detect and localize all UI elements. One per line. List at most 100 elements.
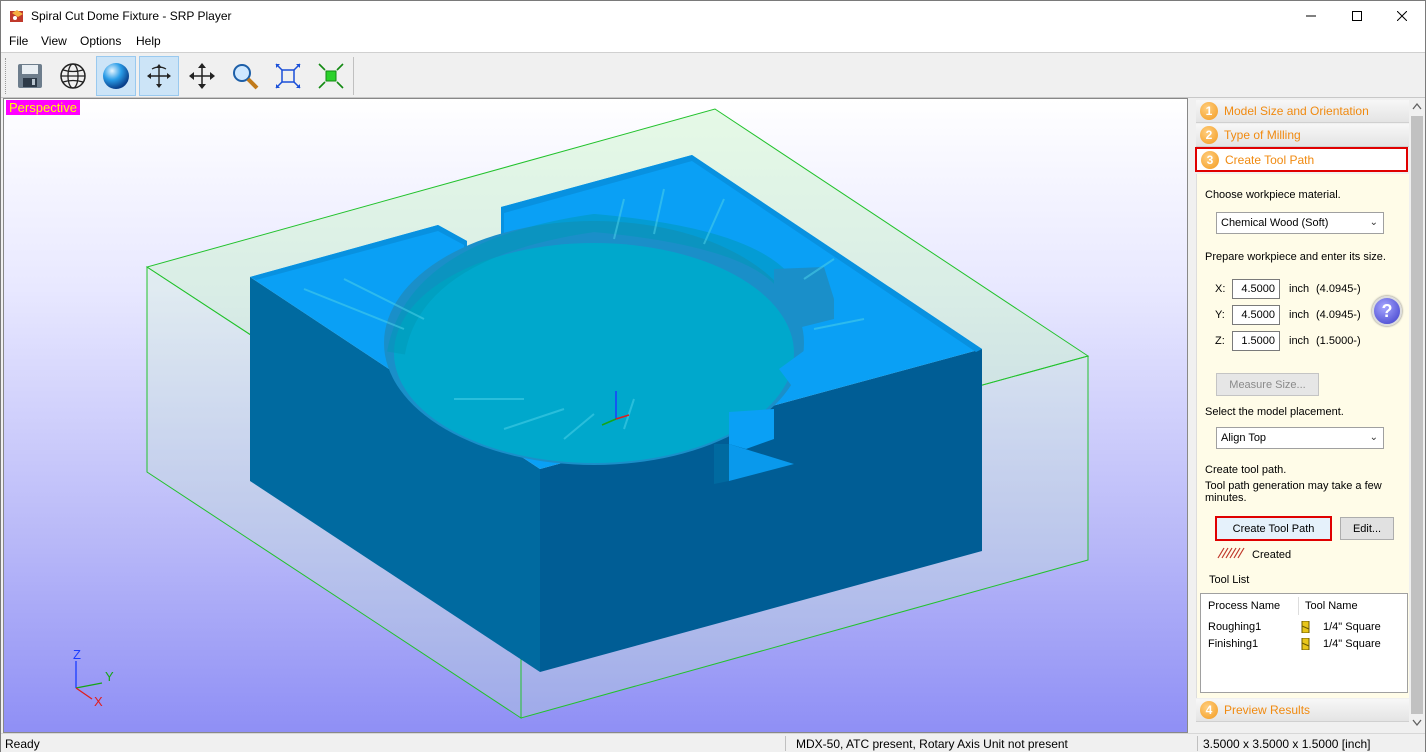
column-tool-name[interactable]: Tool Name — [1305, 600, 1358, 612]
window-title: Spiral Cut Dome Fixture - SRP Player — [31, 9, 232, 23]
process-name-cell: Finishing1 — [1208, 638, 1259, 650]
scroll-down-icon[interactable] — [1412, 719, 1422, 727]
placement-select[interactable]: Align Top ⌄ — [1216, 427, 1384, 449]
status-divider — [785, 736, 786, 751]
endmill-icon — [1301, 638, 1310, 650]
shrink-button[interactable] — [311, 56, 351, 96]
dim-x-label: X: — [1215, 283, 1226, 295]
fit-icon — [275, 63, 301, 89]
step-label: Preview Results — [1224, 703, 1311, 717]
minimize-button[interactable] — [1288, 1, 1334, 31]
minimize-icon — [1306, 15, 1316, 17]
step-label: Create Tool Path — [1225, 152, 1315, 167]
axis-x-label: X — [94, 694, 103, 709]
3d-viewport[interactable]: Perspective Z Y X — [3, 98, 1188, 733]
step-content: Choose workpiece material. Chemical Wood… — [1196, 174, 1409, 698]
menu-view[interactable]: View — [41, 34, 67, 48]
dim-z-hint: (1.5000-) — [1316, 335, 1361, 347]
app-icon — [10, 10, 23, 22]
step-type-of-milling[interactable]: 2 Type of Milling — [1196, 124, 1409, 147]
toolbar-grip[interactable] — [5, 58, 8, 94]
dim-x-unit: inch — [1289, 283, 1310, 295]
size-prompt: Prepare workpiece and enter its size. — [1205, 251, 1386, 263]
save-icon — [18, 64, 42, 88]
pan-button[interactable] — [182, 56, 222, 96]
app-window: Spiral Cut Dome Fixture - SRP Player Fil… — [0, 0, 1426, 752]
dim-z-label: Z: — [1215, 335, 1225, 347]
rotate-button[interactable] — [139, 56, 179, 96]
process-name-cell: Roughing1 — [1208, 621, 1262, 633]
maximize-button[interactable] — [1334, 1, 1380, 31]
measure-size-button[interactable]: Measure Size... — [1216, 373, 1319, 396]
save-button[interactable] — [10, 56, 50, 96]
chevron-down-icon: ⌄ — [1369, 217, 1378, 228]
tool-list[interactable]: Process Name Tool Name Roughing1 1/4" Sq… — [1200, 593, 1408, 693]
menu-file[interactable]: File — [9, 34, 28, 48]
globe-icon — [60, 63, 86, 89]
created-status: Created — [1252, 549, 1292, 561]
panel-scrollbar[interactable] — [1409, 98, 1425, 733]
model-render: Z Y X — [73, 108, 1090, 719]
dim-z-unit: inch — [1289, 335, 1310, 347]
scroll-thumb[interactable] — [1411, 116, 1423, 714]
status-machine: MDX-50, ATC present, Rotary Axis Unit no… — [796, 737, 1068, 751]
endmill-icon — [1301, 621, 1310, 633]
step-label: Model Size and Orientation — [1224, 104, 1369, 118]
sphere-icon — [103, 63, 129, 89]
close-button[interactable] — [1379, 1, 1425, 31]
rotate-icon — [147, 64, 171, 88]
menu-options[interactable]: Options — [80, 34, 121, 48]
fit-button[interactable] — [268, 56, 308, 96]
toolpath-prompt: Create tool path. — [1205, 464, 1287, 476]
pan-icon — [189, 63, 215, 89]
dim-y-unit: inch — [1289, 309, 1310, 321]
chevron-down-icon: ⌄ — [1369, 432, 1378, 443]
toolbar — [1, 52, 1425, 98]
step-number: 2 — [1200, 126, 1218, 144]
material-select[interactable]: Chemical Wood (Soft) ⌄ — [1216, 212, 1384, 234]
tool-name-cell: 1/4" Square — [1323, 621, 1381, 633]
shaded-button[interactable] — [96, 56, 136, 96]
edit-button[interactable]: Edit... — [1340, 517, 1394, 540]
step-preview-results[interactable]: 4 Preview Results — [1196, 699, 1409, 722]
step-model-size[interactable]: 1 Model Size and Orientation — [1196, 100, 1409, 123]
step-number: 1 — [1200, 102, 1218, 120]
status-ready: Ready — [5, 737, 40, 751]
material-prompt: Choose workpiece material. — [1205, 189, 1341, 201]
create-tool-path-button[interactable]: Create Tool Path — [1215, 516, 1332, 541]
table-row[interactable]: Roughing1 1/4" Square — [1208, 621, 1404, 637]
dim-y-hint: (4.0945-) — [1316, 309, 1361, 321]
placement-prompt: Select the model placement. — [1205, 406, 1344, 418]
step-label: Type of Milling — [1224, 128, 1301, 142]
close-icon — [1397, 11, 1407, 21]
dim-x-field[interactable]: 4.5000 — [1232, 279, 1280, 299]
wizard-panel: 1 Model Size and Orientation 2 Type of M… — [1194, 98, 1409, 723]
help-icon: ? — [1381, 300, 1393, 321]
dim-y-field[interactable]: 4.5000 — [1232, 305, 1280, 325]
zoom-icon — [233, 64, 259, 90]
wireframe-button[interactable] — [53, 56, 93, 96]
column-divider — [1298, 597, 1299, 615]
help-button[interactable]: ? — [1372, 296, 1402, 326]
menu-bar: File View Options Help — [1, 31, 1425, 52]
step-create-tool-path[interactable]: 3 Create Tool Path — [1195, 147, 1408, 172]
scroll-up-icon[interactable] — [1412, 102, 1422, 110]
column-process-name[interactable]: Process Name — [1208, 600, 1280, 612]
status-bar: Ready MDX-50, ATC present, Rotary Axis U… — [1, 733, 1425, 752]
shrink-icon — [318, 63, 344, 89]
step-number: 4 — [1200, 701, 1218, 719]
dim-z-field[interactable]: 1.5000 — [1232, 331, 1280, 351]
placement-value: Align Top — [1221, 432, 1267, 444]
axis-y-label: Y — [105, 669, 114, 684]
axis-z-label: Z — [73, 647, 81, 662]
maximize-icon — [1352, 11, 1362, 21]
tool-name-cell: 1/4" Square — [1323, 638, 1381, 650]
menu-help[interactable]: Help — [136, 34, 161, 48]
step-number: 3 — [1201, 150, 1219, 169]
status-divider — [1197, 736, 1198, 751]
table-row[interactable]: Finishing1 1/4" Square — [1208, 638, 1404, 654]
status-dimensions: 3.5000 x 3.5000 x 1.5000 [inch] — [1203, 737, 1371, 751]
zoom-button[interactable] — [225, 56, 265, 96]
toolbar-separator — [353, 57, 354, 95]
dim-x-hint: (4.0945-) — [1316, 283, 1361, 295]
